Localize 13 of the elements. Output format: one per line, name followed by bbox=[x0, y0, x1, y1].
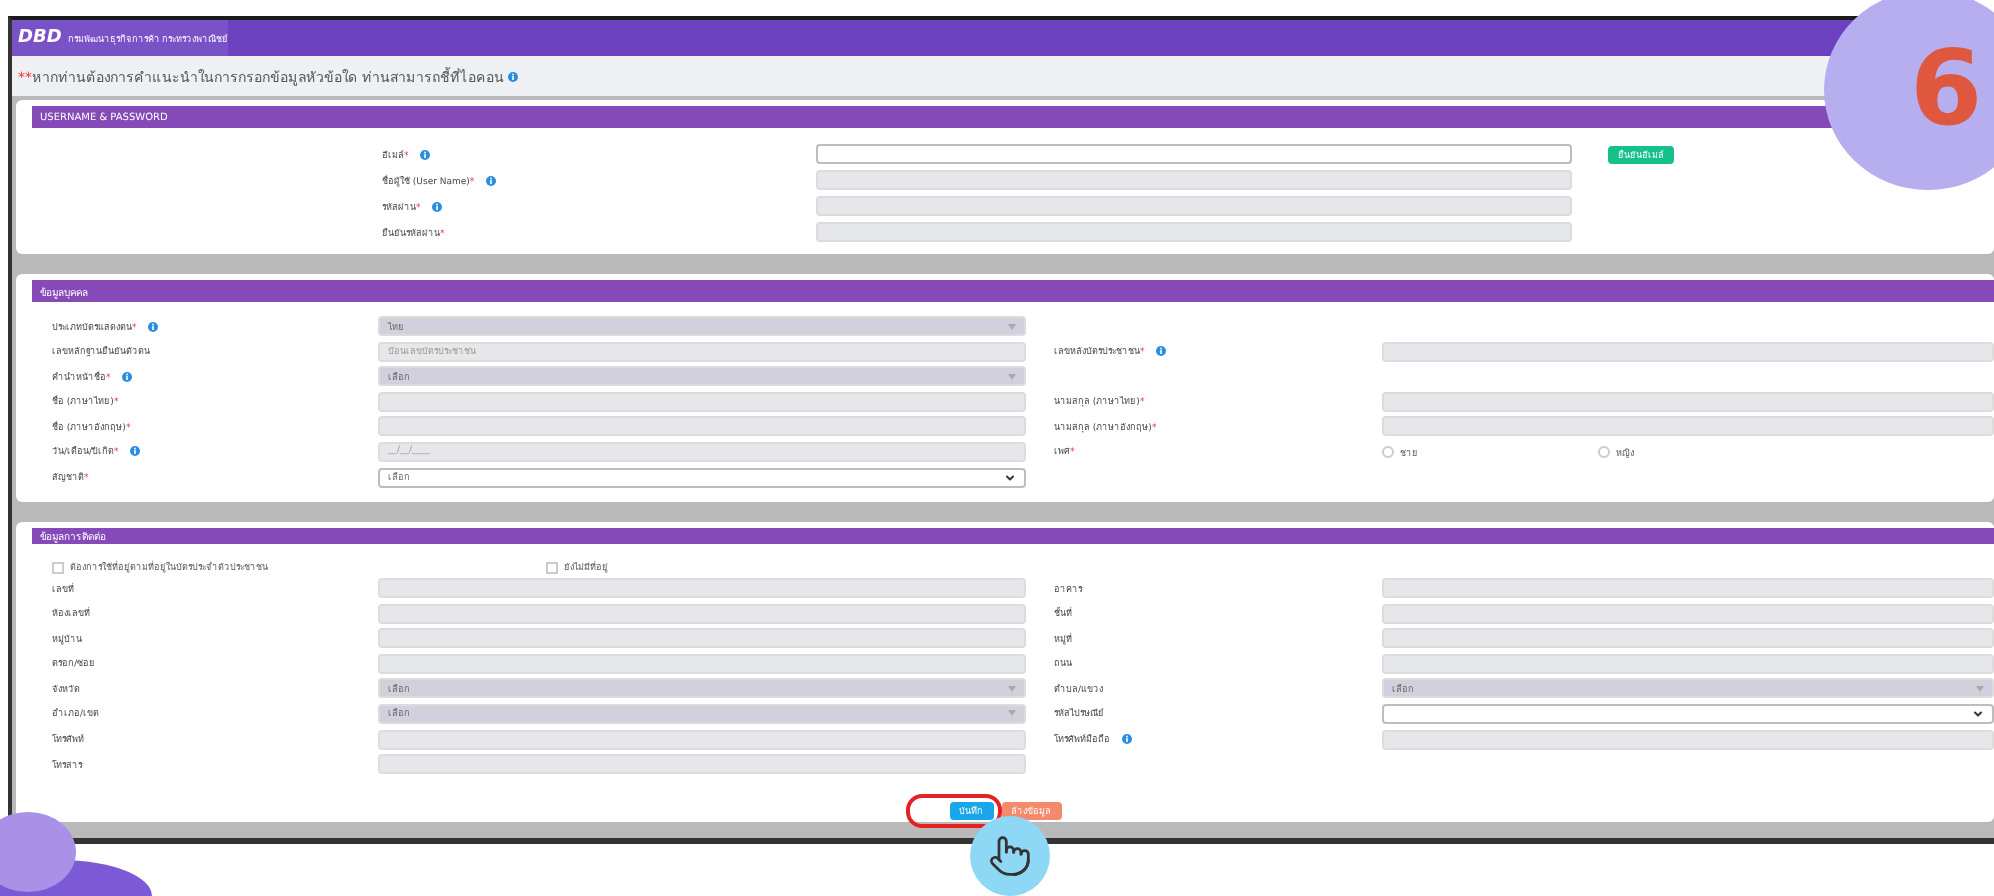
caret-icon bbox=[1008, 710, 1016, 717]
select-field[interactable] bbox=[1382, 703, 1994, 724]
caret-icon bbox=[1008, 685, 1016, 692]
info-icon[interactable] bbox=[508, 71, 519, 81]
hand-pointer-icon bbox=[988, 834, 1032, 878]
input-field[interactable] bbox=[816, 144, 1572, 164]
chevron-icon bbox=[1972, 707, 1984, 720]
logo: DBD bbox=[18, 28, 62, 48]
caret-icon bbox=[1976, 685, 1984, 692]
chevron-icon bbox=[1004, 471, 1016, 484]
info-icon[interactable] bbox=[420, 149, 431, 159]
caret-icon bbox=[1008, 373, 1016, 380]
caret-icon bbox=[1008, 323, 1016, 329]
